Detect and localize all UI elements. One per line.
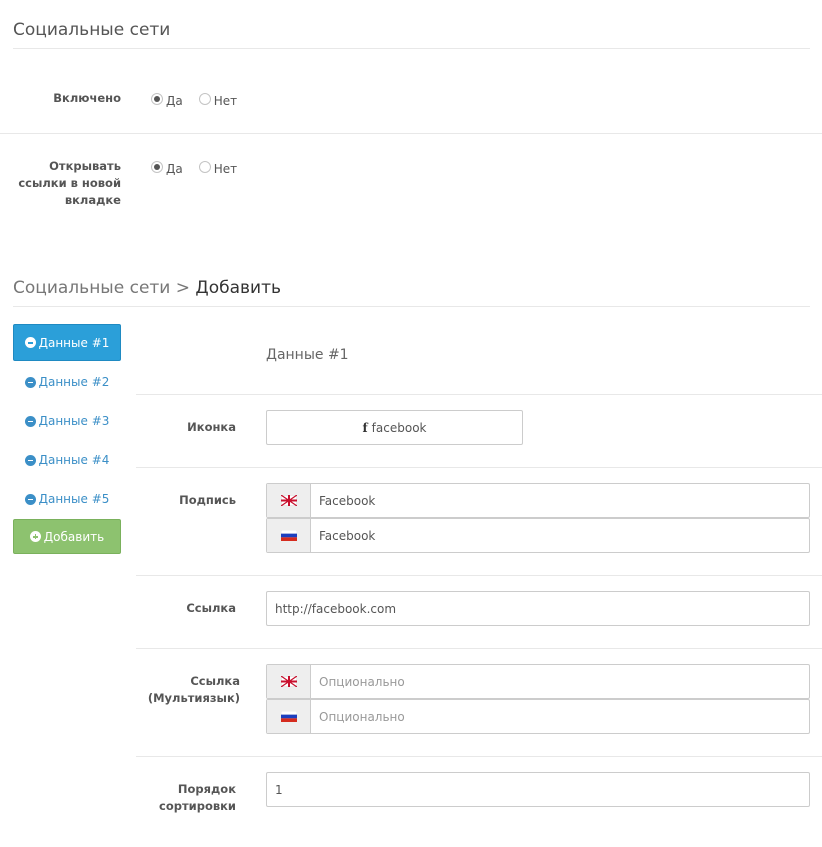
facebook-icon: f bbox=[362, 420, 368, 435]
icon-label: Иконка bbox=[187, 420, 236, 434]
divider bbox=[136, 575, 822, 576]
form-heading: Данные #1 bbox=[266, 347, 349, 363]
divider bbox=[13, 306, 810, 307]
russia-flag-icon bbox=[280, 530, 297, 541]
new-tab-label-line: вкладке bbox=[64, 193, 121, 207]
divider bbox=[136, 467, 822, 468]
link-multilang-label-line: Ссылка bbox=[190, 674, 240, 688]
caption-ru-value[interactable]: Facebook bbox=[311, 529, 375, 543]
divider bbox=[13, 48, 810, 49]
new-tab-yes-label[interactable]: Да bbox=[166, 162, 183, 176]
enabled-no-radio[interactable] bbox=[198, 93, 211, 105]
divider bbox=[136, 756, 822, 757]
nav-item-label: Данные #4 bbox=[38, 453, 110, 467]
enabled-yes-label[interactable]: Да bbox=[166, 94, 183, 108]
section-title-add: Социальные сети > Добавить bbox=[13, 278, 281, 298]
nav-item-data-2[interactable]: Данные #2 bbox=[13, 372, 121, 392]
language-addon bbox=[267, 700, 311, 733]
nav-item-label: Данные #5 bbox=[38, 492, 110, 506]
nav-item-data-3[interactable]: Данные #3 bbox=[13, 411, 121, 431]
new-tab-radio-group: Да Нет bbox=[151, 160, 253, 176]
enabled-radio-group: Да Нет bbox=[151, 92, 253, 108]
divider bbox=[136, 394, 822, 395]
minus-circle-icon[interactable] bbox=[24, 337, 36, 348]
nav-item-label: Данные #1 bbox=[38, 335, 110, 350]
minus-circle-icon[interactable] bbox=[24, 415, 36, 427]
new-tab-no-label[interactable]: Нет bbox=[214, 162, 237, 176]
nav-item-label: Данные #3 bbox=[38, 414, 110, 428]
breadcrumb-current: Добавить bbox=[195, 278, 281, 298]
breadcrumb-separator: > bbox=[175, 278, 191, 298]
new-tab-label-line: Открывать bbox=[49, 159, 121, 173]
link-label: Ссылка bbox=[186, 601, 236, 615]
link-multilang-label: Ссылка (Мультиязык) bbox=[136, 673, 240, 707]
link-multilang-ru-placeholder[interactable]: Опционально bbox=[311, 710, 405, 724]
add-button[interactable]: Добавить bbox=[13, 519, 121, 554]
new-tab-yes-radio[interactable] bbox=[151, 161, 163, 173]
icon-picker-value: facebook bbox=[371, 420, 427, 435]
plus-circle-icon bbox=[29, 531, 41, 542]
icon-picker-button[interactable]: f facebook bbox=[266, 410, 523, 445]
language-addon bbox=[267, 519, 311, 552]
caption-en-value[interactable]: Facebook bbox=[311, 494, 375, 508]
caption-input-en[interactable]: Facebook bbox=[266, 483, 810, 518]
uk-flag-icon bbox=[280, 495, 297, 506]
minus-circle-icon[interactable] bbox=[24, 454, 36, 466]
breadcrumb-parent: Социальные сети bbox=[13, 278, 171, 298]
link-value[interactable]: http://facebook.com bbox=[267, 602, 396, 616]
sort-order-input[interactable]: 1 bbox=[266, 772, 810, 807]
language-addon bbox=[267, 484, 311, 517]
russia-flag-icon bbox=[280, 711, 297, 722]
section-title-social: Социальные сети bbox=[13, 20, 171, 40]
divider bbox=[136, 648, 822, 649]
enabled-label: Включено bbox=[53, 91, 121, 105]
language-addon bbox=[267, 665, 311, 698]
nav-item-label: Данные #2 bbox=[38, 375, 110, 389]
sort-order-label-line: сортировки bbox=[159, 799, 236, 813]
link-multilang-input-en[interactable]: Опционально bbox=[266, 664, 810, 699]
minus-circle-icon[interactable] bbox=[24, 493, 36, 505]
divider bbox=[0, 133, 822, 134]
uk-flag-icon bbox=[280, 676, 297, 687]
link-multilang-input-ru[interactable]: Опционально bbox=[266, 699, 810, 734]
new-tab-label-line: ссылки в новой bbox=[18, 176, 121, 190]
minus-circle-icon[interactable] bbox=[24, 376, 36, 388]
link-multilang-en-placeholder[interactable]: Опционально bbox=[311, 675, 405, 689]
sort-order-label-line: Порядок bbox=[177, 782, 236, 796]
nav-item-data-5[interactable]: Данные #5 bbox=[13, 489, 121, 509]
enabled-no-label[interactable]: Нет bbox=[214, 94, 237, 108]
caption-input-ru[interactable]: Facebook bbox=[266, 518, 810, 553]
sort-order-label: Порядок сортировки bbox=[136, 781, 236, 815]
add-button-label: Добавить bbox=[43, 529, 105, 544]
nav-item-data-1[interactable]: Данные #1 bbox=[13, 324, 121, 361]
new-tab-label: Открывать ссылки в новой вкладке bbox=[13, 158, 121, 209]
sort-order-value[interactable]: 1 bbox=[267, 783, 283, 797]
enabled-yes-radio[interactable] bbox=[151, 93, 163, 105]
link-multilang-label-line: (Мультиязык) bbox=[147, 691, 240, 705]
nav-item-data-4[interactable]: Данные #4 bbox=[13, 450, 121, 470]
link-input[interactable]: http://facebook.com bbox=[266, 591, 810, 626]
new-tab-no-radio[interactable] bbox=[198, 161, 211, 173]
caption-label: Подпись bbox=[179, 493, 236, 507]
